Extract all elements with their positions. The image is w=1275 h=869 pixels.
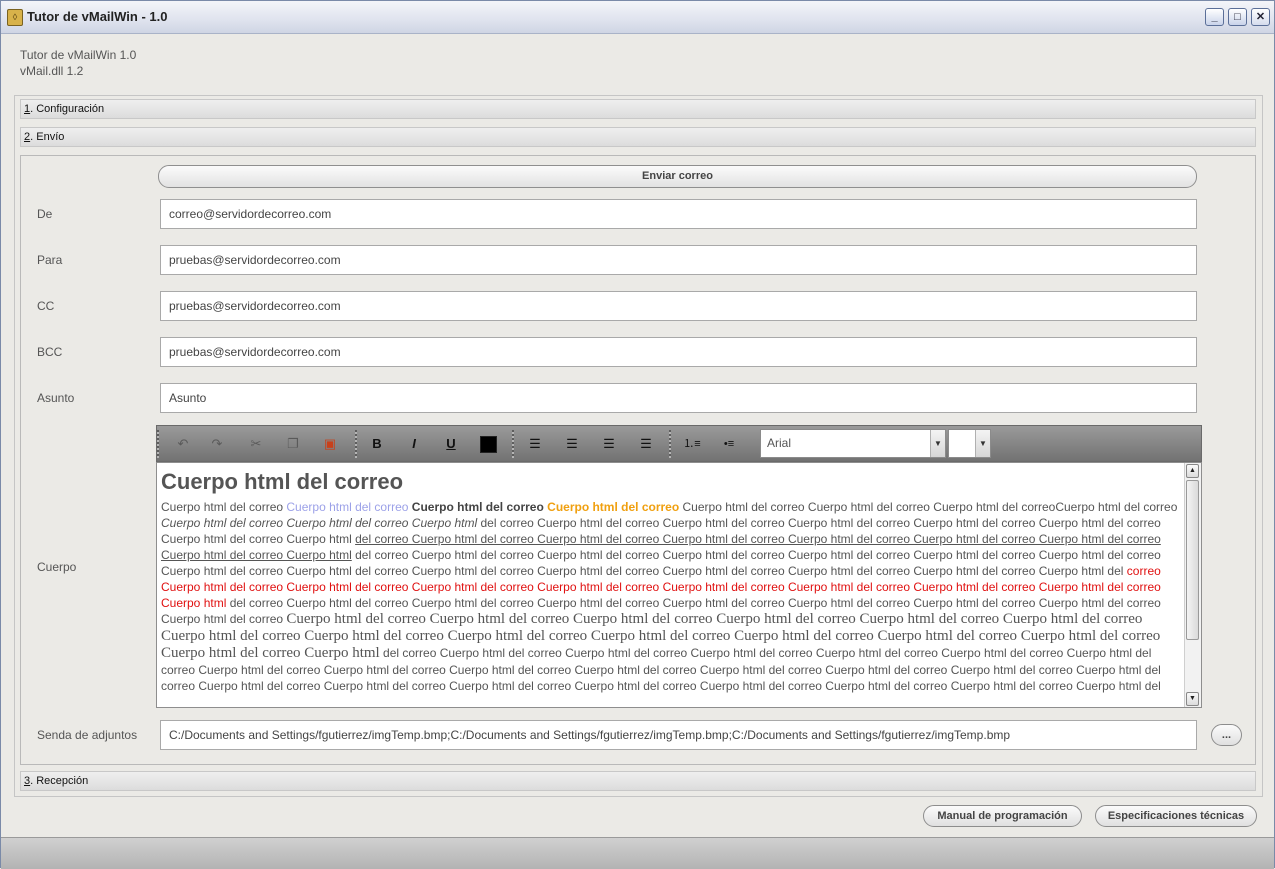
- ordered-list-button[interactable]: ⒈≡: [682, 434, 702, 454]
- section-envio[interactable]: 2. Envío: [20, 127, 1256, 147]
- text-run: Cuerpo html del correo Cuerpo html del c…: [679, 500, 1178, 514]
- window-title: Tutor de vMailWin - 1.0: [27, 9, 168, 24]
- to-input[interactable]: pruebas@servidordecorreo.com: [160, 245, 1197, 275]
- attachments-input[interactable]: C:/Documents and Settings/fgutierrez/img…: [160, 720, 1197, 750]
- bullet-list-button[interactable]: •≡: [719, 434, 739, 454]
- chevron-down-icon[interactable]: ▼: [975, 430, 990, 457]
- text-color-button[interactable]: [478, 434, 498, 454]
- align-right-icon: ☰: [603, 436, 615, 451]
- font-family-value: Arial: [767, 436, 792, 450]
- section-label: . Envío: [30, 131, 65, 143]
- programming-manual-button[interactable]: Manual de programación: [923, 805, 1082, 827]
- scroll-up-button[interactable]: ▲: [1186, 464, 1199, 478]
- toolbar-grip[interactable]: [157, 430, 159, 458]
- status-bar: [1, 837, 1274, 869]
- technical-specs-button[interactable]: Especificaciones técnicas: [1095, 805, 1257, 827]
- align-left-button[interactable]: ☰: [525, 434, 545, 454]
- from-label: De: [37, 207, 53, 221]
- toolbar-separator: [512, 430, 514, 458]
- italic-button[interactable]: I: [404, 434, 424, 454]
- redo-icon: ↷: [211, 436, 223, 451]
- copy-icon: ❐: [287, 436, 299, 451]
- toolbar-separator: [669, 430, 671, 458]
- chevron-down-icon[interactable]: ▼: [930, 430, 945, 457]
- close-button[interactable]: ✕: [1251, 8, 1270, 26]
- align-right-button[interactable]: ☰: [599, 434, 619, 454]
- bcc-label: BCC: [37, 345, 63, 359]
- scroll-down-button[interactable]: ▼: [1186, 692, 1199, 706]
- toolbar-separator: [355, 430, 357, 458]
- align-left-icon: ☰: [529, 436, 541, 451]
- cc-input[interactable]: pruebas@servidordecorreo.com: [160, 291, 1197, 321]
- scissors-icon: ✂: [250, 436, 262, 451]
- section-recepcion[interactable]: 3. Recepción: [20, 771, 1256, 791]
- cc-label: CC: [37, 299, 55, 313]
- body-heading: Cuerpo html del correo: [161, 469, 404, 494]
- minimize-button[interactable]: _: [1205, 8, 1224, 26]
- redo-button[interactable]: ↷: [207, 434, 227, 454]
- bullet-list-icon: •≡: [723, 438, 735, 450]
- undo-button[interactable]: ↶: [173, 434, 193, 454]
- attachments-label: Senda de adjuntos: [37, 728, 138, 742]
- close-icon: ✕: [1255, 11, 1266, 23]
- font-family-select[interactable]: Arial ▼: [760, 429, 946, 458]
- text-run-bold: Cuerpo html del correo: [408, 500, 544, 514]
- shield-icon: ◊: [7, 9, 23, 26]
- color-swatch-icon: [479, 436, 497, 454]
- send-mail-button[interactable]: Enviar correo: [158, 165, 1197, 188]
- maximize-icon: □: [1234, 11, 1241, 23]
- body-editor[interactable]: Cuerpo html del correo Cuerpo html del c…: [156, 462, 1202, 708]
- section-label: . Recepción: [30, 775, 89, 787]
- editor-scrollbar[interactable]: ▲ ▼: [1184, 463, 1201, 707]
- browse-button[interactable]: ...: [1211, 724, 1242, 746]
- numbered-list-icon: ⒈≡: [683, 438, 701, 450]
- align-justify-icon: ☰: [640, 436, 652, 451]
- chevron-up-icon: ▲: [1189, 467, 1196, 474]
- text-run-italic: Cuerpo html del correo Cuerpo html del c…: [161, 516, 478, 530]
- body-paragraph: Cuerpo html del correo Cuerpo html del c…: [161, 499, 1181, 694]
- dll-version: vMail.dll 1.2: [20, 64, 84, 78]
- subject-label: Asunto: [37, 391, 75, 405]
- subject-input[interactable]: Asunto: [160, 383, 1197, 413]
- title-bar[interactable]: ◊ Tutor de vMailWin - 1.0 _ □ ✕: [1, 1, 1274, 34]
- scroll-thumb[interactable]: [1186, 480, 1199, 640]
- app-version: Tutor de vMailWin 1.0: [20, 48, 137, 62]
- body-label: Cuerpo: [37, 560, 77, 574]
- bold-button[interactable]: B: [367, 434, 387, 454]
- text-run-orange: Cuerpo html del correo: [543, 500, 680, 514]
- to-label: Para: [37, 253, 63, 267]
- chevron-down-icon: ▼: [1189, 695, 1196, 702]
- maximize-button[interactable]: □: [1228, 8, 1247, 26]
- align-center-button[interactable]: ☰: [562, 434, 582, 454]
- undo-icon: ↶: [177, 436, 189, 451]
- section-label: . Configuración: [30, 103, 105, 115]
- from-input[interactable]: correo@servidordecorreo.com: [160, 199, 1197, 229]
- align-center-icon: ☰: [566, 436, 578, 451]
- editor-toolbar: ↶ ↷ ✂ ❐ ▣ B I U ☰ ☰ ☰ ☰ ⒈≡ •≡ Arial ▼ ▼: [156, 425, 1202, 462]
- cut-button[interactable]: ✂: [246, 434, 266, 454]
- text-run: Cuerpo html del correo: [161, 500, 287, 514]
- editor-content[interactable]: Cuerpo html del correo Cuerpo html del c…: [161, 465, 1181, 694]
- copy-button[interactable]: ❐: [283, 434, 303, 454]
- main-window: ◊ Tutor de vMailWin - 1.0 _ □ ✕ Tutor de…: [0, 0, 1275, 869]
- section-configuracion[interactable]: 1. Configuración: [20, 99, 1256, 119]
- font-size-select[interactable]: ▼: [948, 429, 991, 458]
- paste-icon: ▣: [323, 436, 337, 451]
- justify-button[interactable]: ☰: [636, 434, 656, 454]
- underline-button[interactable]: U: [441, 434, 461, 454]
- text-run-lavender: Cuerpo html del correo: [286, 500, 409, 514]
- minimize-icon: _: [1211, 11, 1218, 23]
- bcc-input[interactable]: pruebas@servidordecorreo.com: [160, 337, 1197, 367]
- paste-button[interactable]: ▣: [320, 434, 340, 454]
